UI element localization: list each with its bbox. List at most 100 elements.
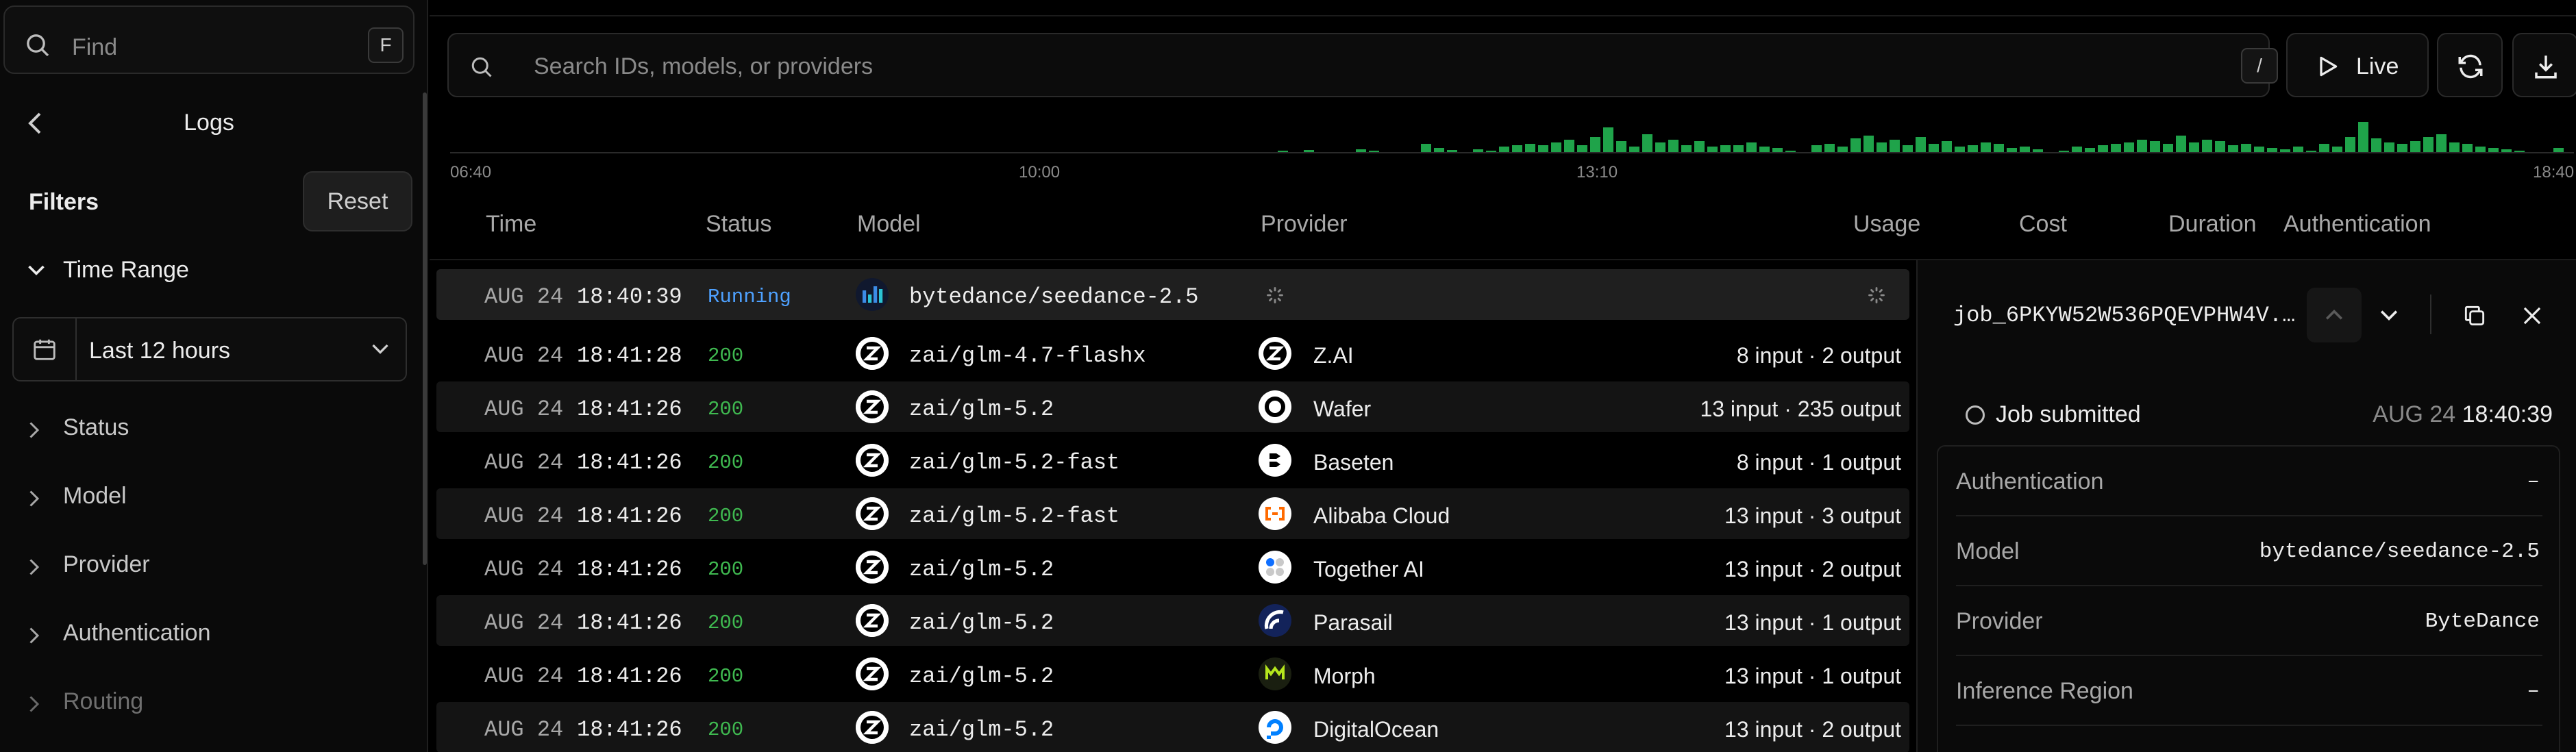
find-input[interactable]: Find F bbox=[3, 5, 414, 74]
table-row[interactable]: AUG 24 18:41:26 200 zai/glm-5.2-fast Ali… bbox=[436, 488, 1909, 539]
histogram-bar bbox=[2150, 141, 2160, 152]
live-button[interactable]: Live bbox=[2286, 33, 2429, 97]
table-row[interactable]: AUG 24 18:41:28 200 zai/glm-4.7-flashx Z… bbox=[436, 328, 1909, 379]
histogram-bar bbox=[2163, 144, 2173, 152]
table-row[interactable]: AUG 24 18:41:26 200 zai/glm-5.2 Together… bbox=[436, 542, 1909, 592]
histogram-bar bbox=[1512, 145, 1522, 152]
filter-section-status[interactable]: Status bbox=[0, 408, 418, 449]
histogram-bar bbox=[2462, 144, 2473, 152]
time-range-select[interactable]: Last 12 hours bbox=[12, 317, 407, 381]
zai-logo-icon bbox=[856, 711, 889, 744]
row-usage: 13 input · 1 output bbox=[1724, 664, 1901, 688]
close-button[interactable] bbox=[2504, 288, 2559, 342]
column-header-usage[interactable]: Usage bbox=[1853, 211, 1920, 238]
row-provider: Morph bbox=[1313, 664, 1376, 688]
filter-section-provider[interactable]: Provider bbox=[0, 544, 418, 586]
histogram-bar bbox=[1720, 145, 1731, 152]
histogram-tick-label: 06:40 bbox=[450, 163, 492, 181]
log-volume-histogram[interactable] bbox=[450, 116, 2574, 155]
close-icon bbox=[2523, 307, 2541, 325]
column-header-authentication[interactable]: Authentication bbox=[2283, 211, 2431, 238]
row-time: 18:41:26 bbox=[577, 557, 682, 582]
column-header-cost[interactable]: Cost bbox=[2019, 211, 2067, 238]
chevron-right-icon bbox=[26, 557, 41, 581]
zai-logo-icon bbox=[856, 604, 889, 637]
zai-logo-icon bbox=[856, 657, 889, 690]
column-header-model[interactable]: Model bbox=[857, 211, 921, 238]
filter-section-label: Authentication bbox=[63, 620, 211, 646]
alibaba-cloud-logo-icon bbox=[1259, 497, 1291, 530]
histogram-bar bbox=[1850, 138, 1861, 152]
time-range-section[interactable]: Time Range bbox=[0, 250, 418, 291]
histogram-bar bbox=[2449, 142, 2460, 152]
table-row[interactable]: AUG 24 18:41:26 200 zai/glm-5.2 DigitalO… bbox=[436, 702, 1909, 752]
row-status: 200 bbox=[708, 558, 744, 581]
next-row-button[interactable] bbox=[2362, 288, 2416, 342]
row-model: zai/glm-5.2-fast bbox=[909, 503, 1120, 529]
histogram-bar bbox=[2202, 140, 2212, 152]
histogram-bar bbox=[1551, 142, 1561, 152]
detail-value[interactable]: bytedance/seedance-2.5 bbox=[2259, 540, 2540, 564]
histogram-tick-label: 10:00 bbox=[1019, 163, 1061, 181]
reset-button[interactable]: Reset bbox=[303, 171, 412, 231]
row-date: AUG 24 bbox=[484, 397, 564, 422]
histogram-bar bbox=[1681, 145, 1692, 152]
histogram-bar bbox=[2319, 144, 2329, 152]
filter-section-authentication[interactable]: Authentication bbox=[0, 613, 418, 654]
row-status: 200 bbox=[708, 505, 744, 527]
histogram-bar bbox=[1642, 134, 1652, 152]
histogram-bar bbox=[2371, 138, 2381, 152]
sidebar: Find F Logs Filters Reset Time Range Las… bbox=[0, 0, 428, 752]
column-header-provider[interactable]: Provider bbox=[1261, 211, 1348, 238]
row-provider: Z.AI bbox=[1313, 343, 1354, 368]
chevron-right-icon bbox=[26, 420, 41, 444]
row-time: 18:41:28 bbox=[577, 343, 682, 368]
row-status: 200 bbox=[708, 398, 744, 421]
column-header-duration[interactable]: Duration bbox=[2168, 211, 2257, 238]
histogram-bar bbox=[2176, 136, 2186, 152]
table-row[interactable]: AUG 24 18:40:39 Running bytedance/seedan… bbox=[436, 269, 1909, 320]
wafer-logo-icon bbox=[1259, 390, 1291, 423]
filter-section-model[interactable]: Model bbox=[0, 476, 418, 517]
table-row[interactable]: AUG 24 18:41:26 200 zai/glm-5.2-fast Bas… bbox=[436, 435, 1909, 486]
histogram-bar bbox=[1863, 136, 1874, 152]
histogram-bar bbox=[1811, 145, 1822, 152]
column-header-status[interactable]: Status bbox=[706, 211, 771, 238]
divider bbox=[2430, 294, 2431, 334]
row-usage: 8 input · 1 output bbox=[1736, 450, 1901, 475]
histogram-bar bbox=[2410, 141, 2420, 152]
table-row[interactable]: AUG 24 18:41:26 200 zai/glm-5.2 Wafer 13… bbox=[436, 381, 1909, 432]
parasail-logo-icon bbox=[1259, 604, 1291, 637]
table-row[interactable]: AUG 24 18:41:26 200 zai/glm-5.2 Parasail… bbox=[436, 595, 1909, 646]
histogram-bar bbox=[2098, 145, 2108, 152]
row-date: AUG 24 bbox=[484, 450, 564, 475]
zai-logo-icon bbox=[856, 551, 889, 584]
sidebar-scrollbar[interactable] bbox=[423, 92, 427, 565]
row-usage: 13 input · 2 output bbox=[1724, 717, 1901, 742]
filter-section-routing[interactable]: Routing bbox=[0, 681, 418, 723]
download-button[interactable] bbox=[2512, 33, 2576, 97]
row-status: Running bbox=[708, 286, 791, 308]
copy-button[interactable] bbox=[2447, 288, 2501, 342]
row-status: 200 bbox=[708, 718, 744, 741]
row-time: 18:41:26 bbox=[577, 610, 682, 636]
search-input[interactable]: Search IDs, models, or providers / bbox=[447, 33, 2278, 97]
column-header-time[interactable]: Time bbox=[486, 211, 536, 238]
morph-logo-icon bbox=[1259, 657, 1291, 690]
histogram-bar bbox=[1877, 142, 1887, 152]
row-usage: 13 input · 1 output bbox=[1724, 610, 1901, 635]
previous-row-button[interactable] bbox=[2307, 288, 2362, 342]
histogram-bar bbox=[2423, 137, 2433, 152]
row-time: 18:41:26 bbox=[577, 503, 682, 529]
row-time: 18:40:39 bbox=[577, 284, 682, 310]
zai-logo-icon bbox=[1259, 337, 1291, 370]
detail-key: Inference Region bbox=[1956, 678, 2133, 704]
search-shortcut-key: / bbox=[2241, 48, 2278, 84]
histogram-bar bbox=[1694, 141, 1705, 152]
table-row[interactable]: AUG 24 18:41:26 200 zai/glm-5.2 Morph 13… bbox=[436, 649, 1909, 699]
job-id[interactable]: job_6PKYW52W536PQEVPHW4V... bbox=[1953, 303, 2296, 328]
row-time: 18:41:26 bbox=[577, 664, 682, 689]
histogram-bar bbox=[1707, 147, 1718, 152]
refresh-button[interactable] bbox=[2437, 33, 2503, 97]
detail-row-provider: Provider ByteDance bbox=[1956, 586, 2542, 656]
